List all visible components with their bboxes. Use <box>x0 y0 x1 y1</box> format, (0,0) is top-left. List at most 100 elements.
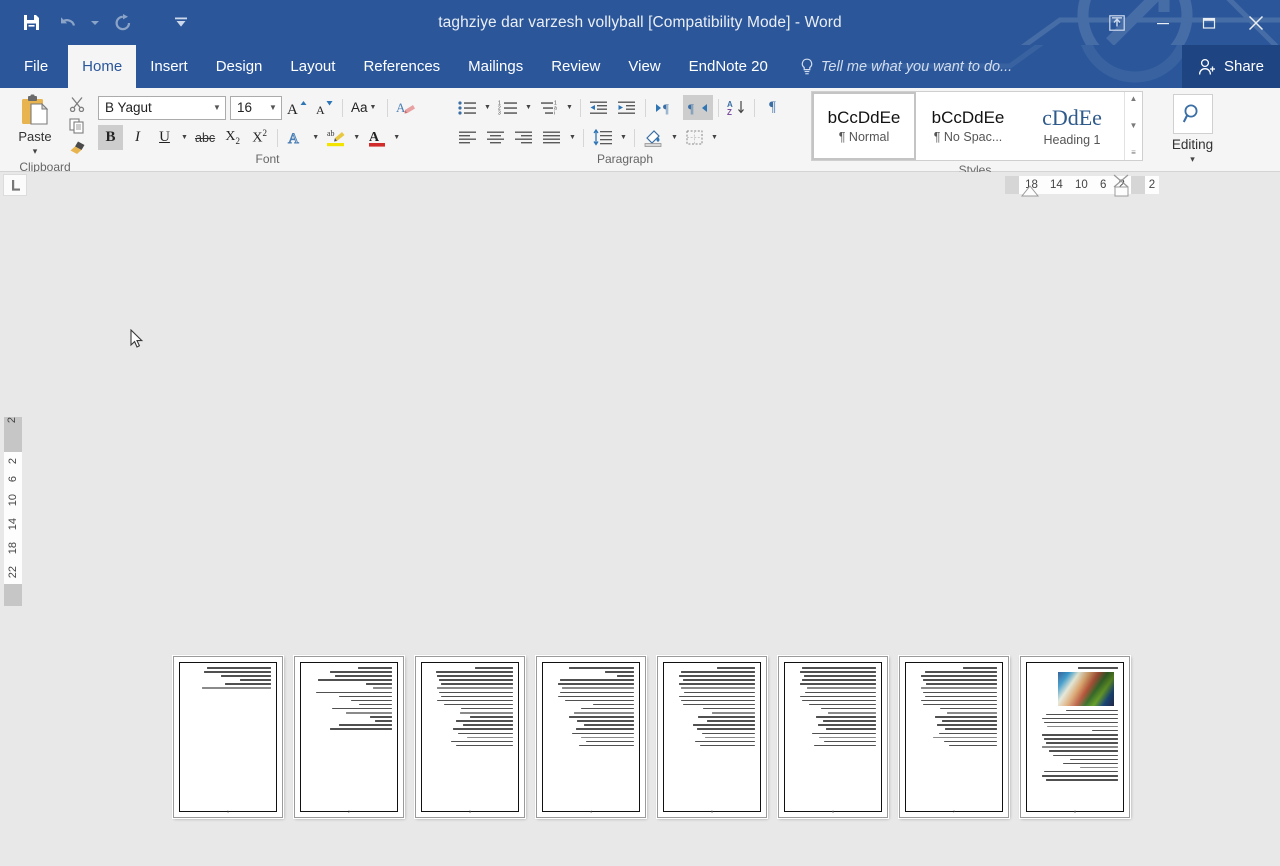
tab-insert[interactable]: Insert <box>136 45 202 88</box>
line-spacing-button[interactable] <box>589 125 616 150</box>
chevron-down-icon[interactable]: ▼ <box>265 103 281 112</box>
strikethrough-button[interactable]: abc <box>192 125 218 150</box>
restore-button[interactable] <box>1186 0 1232 45</box>
text-line <box>921 699 997 702</box>
chevron-down-icon[interactable]: ▼ <box>209 103 225 112</box>
line-spacing-dropdown[interactable]: ▼ <box>618 134 629 141</box>
editing-dropdown-arrow[interactable]: ▾ <box>1190 155 1195 164</box>
multilevel-list-button[interactable]: 1 a i <box>536 95 562 120</box>
sort-button[interactable]: A Z <box>724 95 749 120</box>
style-item-normal[interactable]: bCcDdEe ¶ Normal <box>812 92 916 160</box>
close-button[interactable] <box>1232 0 1280 45</box>
underline-dropdown[interactable]: ▼ <box>179 134 190 141</box>
shading-button[interactable] <box>640 125 667 150</box>
tab-review[interactable]: Review <box>537 45 614 88</box>
font-name-input[interactable]: B Yagut ▼ <box>98 95 226 120</box>
share-button[interactable]: Share <box>1181 45 1280 88</box>
superscript-button[interactable]: X2 <box>247 125 272 150</box>
page-thumbnail[interactable]: 3 <box>415 656 525 818</box>
show-formatting-marks-button[interactable]: ¶ <box>760 95 785 120</box>
cut-button[interactable] <box>64 93 90 114</box>
grow-font-button[interactable]: A <box>284 95 310 120</box>
page-thumbnail[interactable]: 7 <box>899 656 1009 818</box>
align-left-icon <box>459 131 476 143</box>
font-color-dropdown[interactable]: ▼ <box>391 134 402 141</box>
page-thumbnail[interactable]: 5 <box>657 656 767 818</box>
page-thumbnail[interactable]: 4 <box>536 656 646 818</box>
justify-dropdown[interactable]: ▼ <box>567 134 578 141</box>
right-indent-marker[interactable] <box>1110 174 1136 198</box>
styles-scroll-down-button[interactable]: ▼ <box>1125 121 1142 131</box>
styles-scrollbar[interactable]: ▲ ▼ ≡ <box>1124 92 1142 160</box>
shading-dropdown[interactable]: ▼ <box>669 134 680 141</box>
styles-more-button[interactable]: ≡ <box>1125 148 1142 158</box>
numbering-dropdown[interactable]: ▼ <box>523 104 534 111</box>
document-area[interactable]: 2 6 10 14 18 22 2 1 2 3 4 5 6 7 8 <box>0 198 1280 866</box>
shrink-font-button[interactable]: A <box>312 95 337 120</box>
text-line <box>699 744 755 747</box>
minimize-button[interactable] <box>1140 0 1186 45</box>
tab-references[interactable]: References <box>349 45 454 88</box>
text-highlight-button[interactable]: ab <box>323 125 349 150</box>
align-center-button[interactable] <box>483 125 509 150</box>
text-effects-button[interactable]: A <box>283 125 308 150</box>
styles-scroll-up-button[interactable]: ▲ <box>1125 94 1142 104</box>
justify-button[interactable] <box>539 125 565 150</box>
format-painter-button[interactable] <box>64 137 90 158</box>
italic-button[interactable]: I <box>125 125 150 150</box>
change-case-button[interactable]: Aa ▼ <box>348 95 382 120</box>
copy-button[interactable] <box>64 115 90 136</box>
ltr-text-direction-button[interactable]: ¶ <box>651 95 681 120</box>
tab-layout[interactable]: Layout <box>276 45 349 88</box>
page-thumbnail-strip[interactable]: 1 2 3 4 5 6 7 8 <box>173 656 1130 818</box>
text-line <box>457 732 513 734</box>
align-right-button[interactable] <box>511 125 537 150</box>
align-left-button[interactable] <box>455 125 481 150</box>
left-indent-marker[interactable] <box>1019 185 1041 199</box>
editing-button[interactable]: Editing ▾ <box>1172 94 1213 164</box>
decrease-indent-button[interactable] <box>586 95 612 120</box>
tab-view[interactable]: View <box>614 45 674 88</box>
undo-button[interactable] <box>50 8 84 38</box>
text-line <box>826 728 876 730</box>
rtl-text-direction-button[interactable]: ¶ <box>683 95 713 120</box>
font-size-input[interactable]: 16 ▼ <box>230 95 282 120</box>
text-effects-dropdown[interactable]: ▼ <box>310 134 321 141</box>
tab-file[interactable]: File <box>0 45 68 88</box>
borders-button[interactable] <box>682 125 707 150</box>
bold-button[interactable]: B <box>98 125 123 150</box>
subscript-button[interactable]: X2 <box>220 125 245 150</box>
clear-formatting-button[interactable]: A <box>393 95 419 120</box>
tab-selector-button[interactable] <box>3 174 27 196</box>
highlight-dropdown[interactable]: ▼ <box>351 134 362 141</box>
style-item-no-spacing[interactable]: bCcDdEe ¶ No Spac... <box>916 92 1020 160</box>
page-thumbnail[interactable]: 1 <box>173 656 283 818</box>
tab-endnote-20[interactable]: EndNote 20 <box>675 45 782 88</box>
paste-button[interactable]: Paste ▾ <box>6 92 64 156</box>
font-color-button[interactable]: A <box>364 125 389 150</box>
tell-me-box[interactable]: Tell me what you want to do... <box>800 45 1012 88</box>
chevron-down-icon[interactable]: ▼ <box>368 104 379 111</box>
paste-dropdown-arrow[interactable]: ▾ <box>33 147 38 156</box>
numbering-button[interactable]: 1 2 3 <box>495 95 521 120</box>
underline-button[interactable]: U <box>152 125 177 150</box>
tab-design[interactable]: Design <box>202 45 277 88</box>
borders-dropdown[interactable]: ▼ <box>709 134 720 141</box>
customize-qat-button[interactable] <box>164 8 198 38</box>
undo-dropdown-button[interactable] <box>86 8 104 38</box>
redo-button[interactable] <box>106 8 140 38</box>
tab-mailings[interactable]: Mailings <box>454 45 537 88</box>
tab-home[interactable]: Home <box>68 45 137 88</box>
style-item-heading-1[interactable]: cDdEe Heading 1 <box>1020 92 1124 160</box>
ribbon-display-options-button[interactable] <box>1094 0 1140 45</box>
vertical-ruler[interactable]: 2 6 10 14 18 22 <box>4 430 22 606</box>
save-button[interactable] <box>14 8 48 38</box>
increase-indent-button[interactable] <box>614 95 640 120</box>
bullets-button[interactable] <box>455 95 480 120</box>
page-thumbnail[interactable]: 6 <box>778 656 888 818</box>
text-line <box>1042 746 1118 748</box>
multilevel-dropdown[interactable]: ▼ <box>564 104 575 111</box>
page-thumbnail[interactable]: 8 <box>1020 656 1130 818</box>
page-thumbnail[interactable]: 2 <box>294 656 404 818</box>
bullets-dropdown[interactable]: ▼ <box>482 104 493 111</box>
